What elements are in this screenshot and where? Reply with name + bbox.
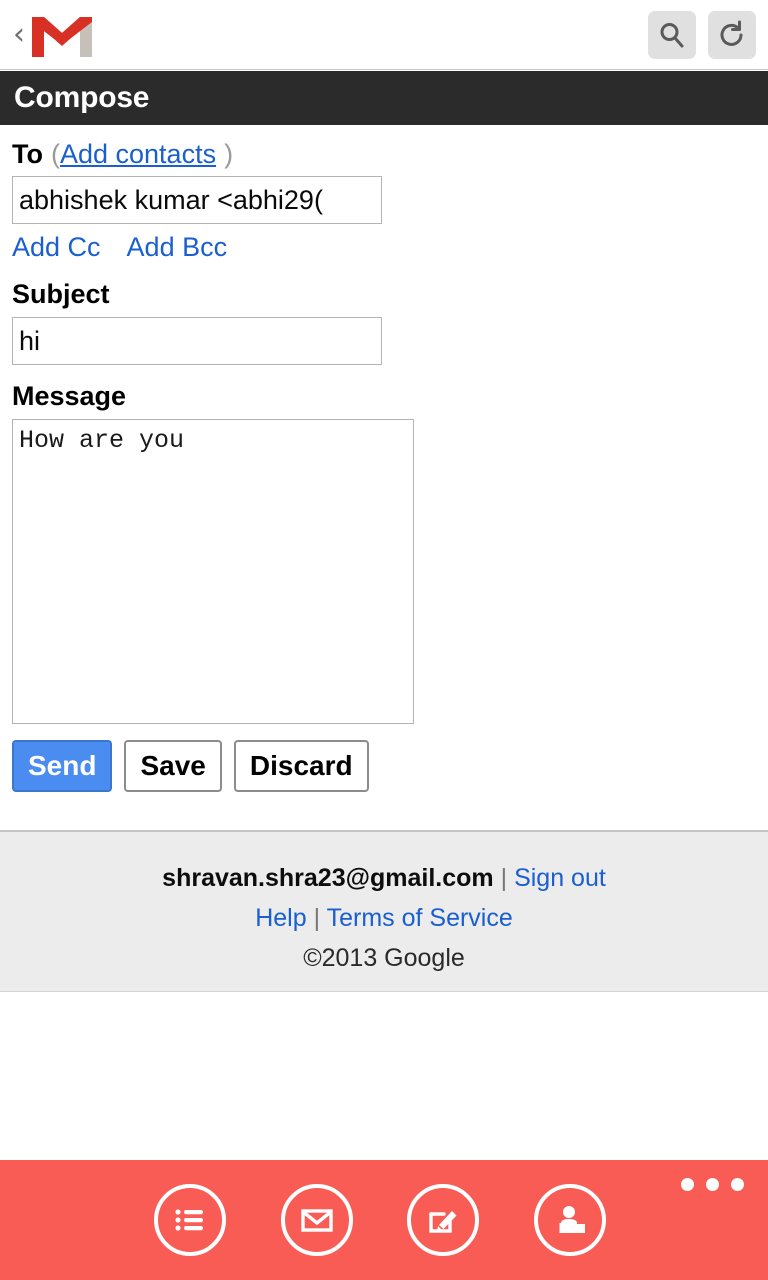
paren-close: )	[224, 139, 234, 169]
page-title: Compose	[14, 81, 150, 114]
overflow-dot-3	[731, 1178, 744, 1191]
message-label: Message	[12, 381, 127, 411]
help-link[interactable]: Help	[255, 904, 306, 932]
compose-button[interactable]	[407, 1184, 480, 1256]
compose-form: To ( Add contacts ) Add Cc Add Bcc Subje…	[0, 125, 768, 792]
footer-separator-2: |	[313, 904, 321, 932]
message-textarea[interactable]	[12, 419, 414, 724]
add-contacts-link[interactable]: Add contacts	[60, 139, 216, 170]
overflow-dot-1	[681, 1178, 694, 1191]
labels-list-icon	[175, 1209, 204, 1231]
add-bcc-link[interactable]: Add Bcc	[127, 232, 228, 263]
mail-envelope-icon	[301, 1209, 333, 1232]
labels-list-button[interactable]	[154, 1184, 227, 1256]
search-button[interactable]	[648, 11, 696, 59]
footer-separator-1: |	[500, 864, 508, 892]
overflow-dot-2	[706, 1178, 719, 1191]
back-chevron-icon[interactable]: ‹	[8, 20, 30, 52]
paren-open: (	[50, 139, 60, 169]
subject-label: Subject	[12, 279, 110, 309]
send-button[interactable]: Send	[12, 740, 113, 792]
account-email: shravan.shra23@gmail.com	[162, 864, 494, 892]
subject-input[interactable]	[12, 317, 382, 365]
copyright-text: ©2013 Google	[303, 944, 465, 972]
overflow-menu-button[interactable]	[681, 1178, 744, 1191]
add-cc-link[interactable]: Add Cc	[12, 232, 101, 263]
gmail-logo	[30, 12, 94, 60]
discard-button[interactable]: Discard	[233, 740, 369, 792]
cc-bcc-row: Add Cc Add Bcc	[0, 224, 768, 263]
page-footer: shravan.shra23@gmail.com | Sign out Help…	[0, 830, 768, 992]
reload-icon	[720, 20, 743, 46]
to-label-row: To ( Add contacts )	[0, 125, 768, 170]
search-icon	[660, 23, 684, 48]
page-title-bar: Compose	[0, 71, 768, 125]
gmail-compose-screen: ‹ Compose To (Add contacts) abhishek k…	[0, 0, 768, 1280]
mail-inbox-button[interactable]	[280, 1184, 353, 1256]
terms-of-service-link[interactable]: Terms of Service	[327, 904, 513, 932]
sign-out-link[interactable]: Sign out	[514, 864, 606, 892]
bottom-toolbar	[0, 1160, 768, 1280]
reload-button[interactable]	[708, 11, 756, 59]
action-buttons: Send Save Discard	[0, 724, 768, 792]
bottom-toolbar-icons	[0, 1160, 660, 1280]
to-input[interactable]	[12, 176, 382, 224]
top-app-bar: ‹	[0, 0, 768, 70]
to-label: To	[12, 139, 43, 169]
contacts-button[interactable]	[533, 1184, 606, 1256]
compose-pencil-icon	[429, 1211, 457, 1233]
contacts-person-icon	[559, 1206, 585, 1233]
footer-account-row: shravan.shra23@gmail.com | Sign out	[0, 858, 768, 898]
footer-links-row: Help | Terms of Service	[0, 898, 768, 938]
save-button[interactable]: Save	[124, 740, 222, 792]
